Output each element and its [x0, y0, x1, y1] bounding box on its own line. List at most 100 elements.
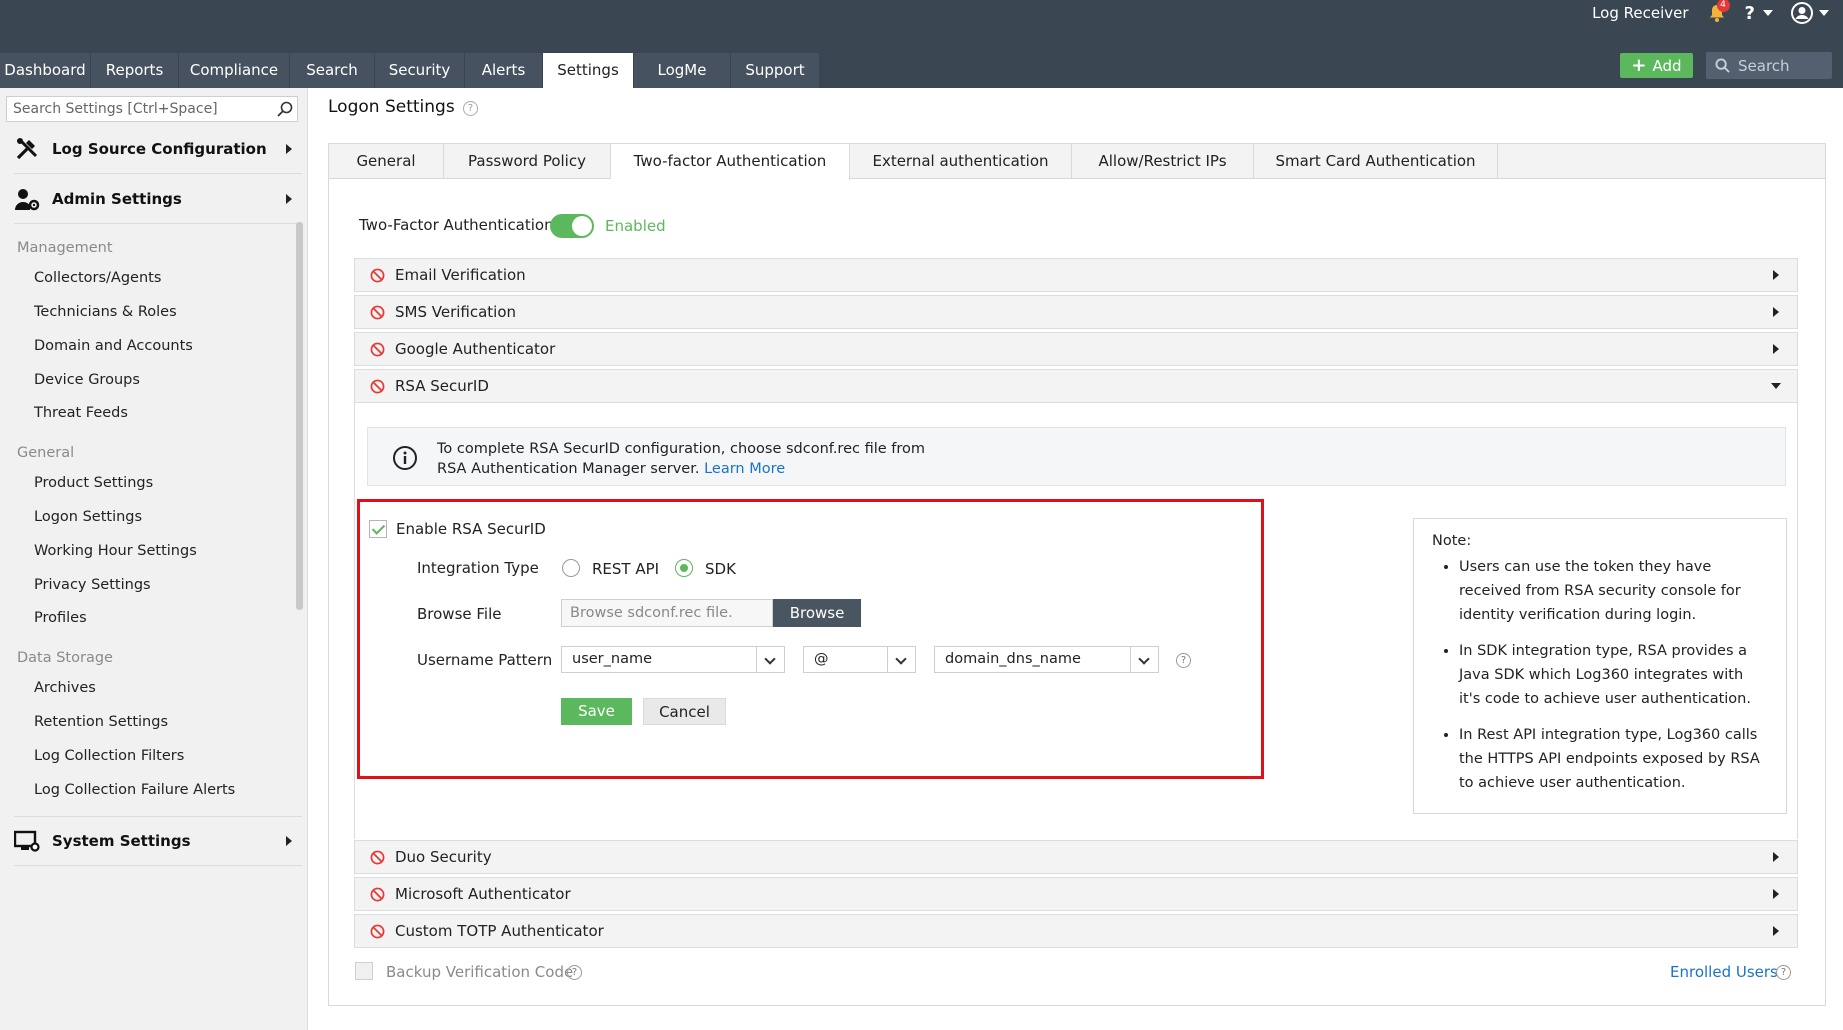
integration-type-label: Integration Type — [417, 559, 539, 577]
sidebar-item-domain-accounts[interactable]: Domain and Accounts — [34, 338, 193, 354]
tab-allow-restrict-ips[interactable]: Allow/Restrict IPs — [1072, 144, 1254, 179]
radio-sdk[interactable] — [675, 559, 693, 577]
enrolled-users-link[interactable]: Enrolled Users — [1670, 963, 1778, 981]
nav-tab-reports[interactable]: Reports — [91, 53, 179, 88]
chevron-down-icon — [1771, 383, 1781, 389]
backup-verification-checkbox[interactable] — [355, 962, 373, 980]
sidebar-item-threat-feeds[interactable]: Threat Feeds — [34, 405, 128, 421]
sidebar-item-working-hour-settings[interactable]: Working Hour Settings — [34, 543, 197, 559]
help-circle-icon[interactable]: ? — [1776, 965, 1791, 980]
username-pattern-separator-select[interactable]: @ — [803, 646, 916, 673]
cancel-button[interactable]: Cancel — [643, 698, 726, 725]
tab-external-authentication[interactable]: External authentication — [850, 144, 1072, 179]
tab-smart-card-authentication[interactable]: Smart Card Authentication — [1254, 144, 1498, 179]
enable-rsa-checkbox[interactable] — [369, 520, 387, 538]
disabled-ban-icon — [370, 305, 385, 319]
nav-tab-search[interactable]: Search — [290, 53, 375, 88]
sidebar-item-profiles[interactable]: Profiles — [34, 610, 87, 626]
sidebar-section-label: Admin Settings — [52, 189, 182, 208]
search-icon[interactable] — [277, 101, 293, 117]
backup-verification-label: Backup Verification Code — [386, 963, 574, 981]
chevron-right-icon — [286, 193, 292, 204]
username-pattern-user-select[interactable]: user_name — [561, 646, 785, 673]
chevron-right-icon — [286, 836, 292, 846]
tfa-toggle[interactable] — [550, 214, 594, 238]
user-caret-icon — [1819, 10, 1829, 16]
help-caret-icon — [1763, 10, 1773, 16]
help-circle-icon[interactable]: ? — [567, 965, 582, 980]
search-icon — [1715, 58, 1730, 73]
sidebar-section-system-settings[interactable]: System Settings — [14, 816, 302, 866]
global-search-placeholder: Search — [1738, 56, 1790, 75]
chevron-right-icon — [1773, 307, 1779, 317]
nav-tab-compliance[interactable]: Compliance — [179, 53, 290, 88]
accordion-label: Duo Security — [395, 848, 492, 866]
sidebar-item-log-collection-failure-alerts[interactable]: Log Collection Failure Alerts — [34, 782, 235, 798]
sidebar-item-device-groups[interactable]: Device Groups — [34, 372, 140, 388]
tfa-label: Two-Factor Authentication — [359, 216, 554, 234]
nav-tab-logme[interactable]: LogMe — [634, 53, 731, 88]
radio-rest-api[interactable] — [562, 559, 580, 577]
sidebar-item-privacy-settings[interactable]: Privacy Settings — [34, 577, 151, 593]
global-search[interactable]: Search — [1706, 52, 1832, 79]
help-menu[interactable]: ? — [1745, 3, 1773, 24]
accordion-microsoft-authenticator[interactable]: Microsoft Authenticator — [354, 877, 1798, 911]
sidebar-item-logon-settings[interactable]: Logon Settings — [34, 509, 142, 525]
accordion-custom-totp-authenticator[interactable]: Custom TOTP Authenticator — [354, 914, 1798, 948]
sidebar-group-management: Management — [17, 240, 113, 256]
help-circle-icon[interactable]: ? — [463, 101, 478, 116]
sidebar-item-log-collection-filters[interactable]: Log Collection Filters — [34, 748, 184, 764]
settings-search-input[interactable] — [13, 101, 273, 117]
rsa-info-box: To complete RSA SecurID configuration, c… — [367, 427, 1786, 486]
nav-tab-alerts[interactable]: Alerts — [465, 53, 543, 88]
enable-rsa-label: Enable RSA SecurID — [396, 520, 546, 538]
accordion-label: Google Authenticator — [395, 340, 556, 358]
nav-tab-security[interactable]: Security — [375, 53, 465, 88]
nav-tab-settings[interactable]: Settings — [543, 53, 634, 88]
sidebar-group-data-storage: Data Storage — [17, 650, 113, 666]
accordion-rsa-securid[interactable]: RSA SecurID — [354, 369, 1798, 403]
rsa-info-text: To complete RSA SecurID configuration, c… — [437, 441, 926, 477]
note-box: Note: Users can use the token they have … — [1413, 518, 1787, 814]
help-circle-icon[interactable]: ? — [1176, 653, 1191, 668]
admin-user-gear-icon — [15, 188, 40, 210]
top-header: Log Receiver 4 ? Dashboard Reports Compl… — [0, 0, 1843, 88]
tab-general[interactable]: General — [329, 144, 444, 179]
disabled-ban-icon — [370, 850, 385, 864]
app-title[interactable]: Log Receiver — [1592, 4, 1688, 22]
plus-icon: + — [1631, 54, 1647, 76]
notification-bell-icon[interactable]: 4 — [1707, 0, 1730, 23]
accordion-email-verification[interactable]: Email Verification — [354, 258, 1798, 292]
sidebar-section-log-source-configuration[interactable]: Log Source Configuration — [14, 124, 302, 174]
accordion-label: Microsoft Authenticator — [395, 885, 571, 903]
save-button[interactable]: Save — [561, 698, 632, 725]
username-pattern-domain-select[interactable]: domain_dns_name — [934, 646, 1159, 673]
settings-search-box[interactable] — [6, 96, 298, 122]
sidebar-item-technicians-roles[interactable]: Technicians & Roles — [34, 304, 177, 320]
user-menu[interactable] — [1791, 2, 1829, 24]
sidebar-section-admin-settings[interactable]: Admin Settings — [14, 174, 302, 224]
radio-rest-api-label: REST API — [592, 560, 660, 578]
sidebar-item-retention-settings[interactable]: Retention Settings — [34, 714, 168, 730]
browse-button[interactable]: Browse — [773, 599, 861, 627]
tab-password-policy[interactable]: Password Policy — [444, 144, 611, 179]
chevron-right-icon — [286, 143, 292, 154]
nav-tab-support[interactable]: Support — [731, 53, 820, 88]
learn-more-link[interactable]: Learn More — [704, 461, 785, 477]
accordion-label: RSA SecurID — [395, 377, 489, 395]
sidebar-item-product-settings[interactable]: Product Settings — [34, 475, 153, 491]
sidebar-scrollbar[interactable] — [296, 222, 303, 610]
accordion-sms-verification[interactable]: SMS Verification — [354, 295, 1798, 329]
tab-two-factor-authentication[interactable]: Two-factor Authentication — [611, 144, 850, 180]
sidebar-item-archives[interactable]: Archives — [34, 680, 96, 696]
note-item: In Rest API integration type, Log360 cal… — [1459, 723, 1768, 795]
note-list: Users can use the token they have receiv… — [1432, 555, 1768, 795]
nav-tab-dashboard[interactable]: Dashboard — [0, 53, 91, 88]
add-button[interactable]: + Add — [1620, 53, 1693, 78]
accordion-google-authenticator[interactable]: Google Authenticator — [354, 332, 1798, 366]
file-path-input[interactable]: Browse sdconf.rec file. — [561, 599, 773, 627]
sidebar-item-collectors-agents[interactable]: Collectors/Agents — [34, 270, 161, 286]
accordion-duo-security[interactable]: Duo Security — [354, 840, 1798, 874]
chevron-right-icon — [1773, 344, 1779, 354]
note-item: Users can use the token they have receiv… — [1459, 555, 1768, 627]
